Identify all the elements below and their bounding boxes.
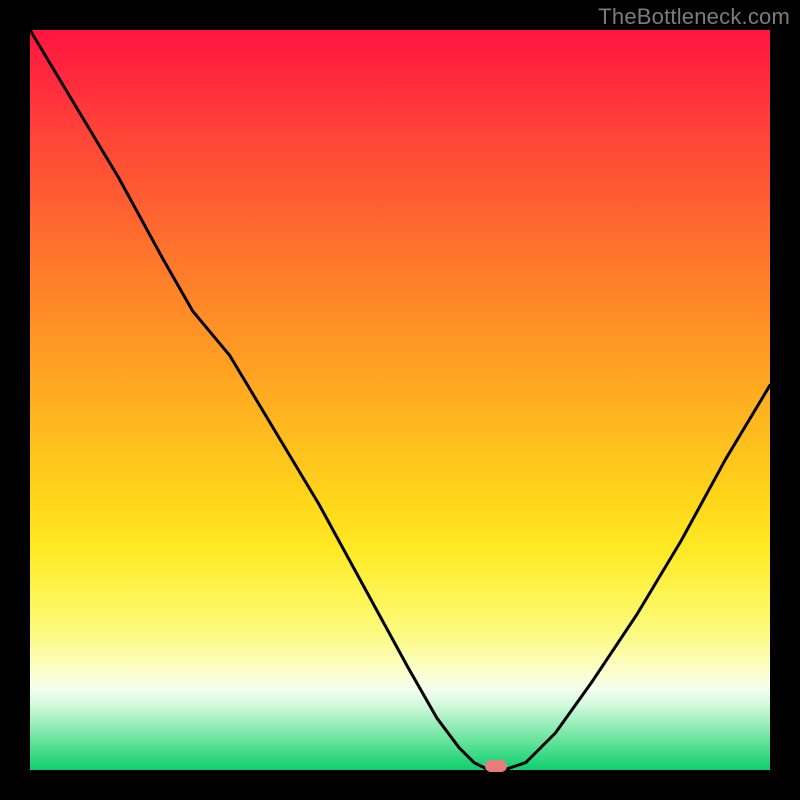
watermark-text: TheBottleneck.com [598, 4, 790, 30]
chart-frame: TheBottleneck.com [0, 0, 800, 800]
curve-svg [30, 30, 770, 770]
bottleneck-curve [30, 30, 770, 770]
bottleneck-marker [485, 760, 507, 772]
plot-area [30, 30, 770, 770]
